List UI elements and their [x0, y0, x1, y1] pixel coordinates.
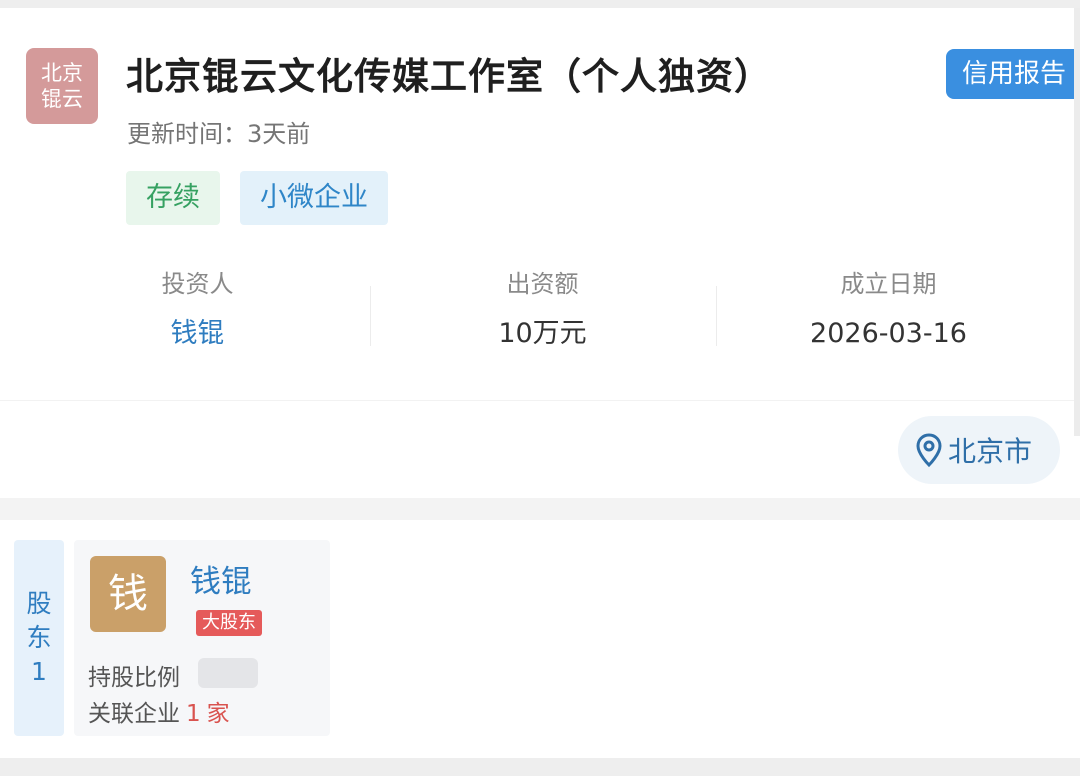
location-pin-icon — [916, 433, 942, 468]
related-companies-count: 1 — [186, 701, 201, 727]
bottom-divider-strip — [0, 758, 1080, 776]
shareholder-section-tab[interactable]: 股 东 1 — [14, 540, 64, 736]
share-ratio-value-blurred — [198, 658, 258, 688]
investor-info[interactable]: 投资人 钱锟 — [25, 266, 370, 352]
investor-name-link[interactable]: 钱锟 — [25, 316, 370, 352]
company-header-card: 北京 锟云 北京锟云文化传媒工作室（个人独资） 信用报告 更新时间：3天前 存续… — [0, 8, 1080, 498]
shareholder-tab-char2: 东 — [26, 623, 52, 652]
company-logo-line2: 锟云 — [41, 87, 83, 111]
section-divider — [0, 400, 1080, 401]
update-time: 更新时间：3天前 — [127, 120, 311, 148]
related-companies[interactable]: 关联企业 1 家 — [88, 694, 230, 728]
company-size-badge: 小微企业 — [240, 171, 388, 225]
avatar: 钱 — [90, 556, 166, 632]
shareholder-tab-char1: 股 — [26, 589, 52, 618]
founded-date-value: 2026-03-16 — [810, 318, 967, 349]
related-companies-unit: 家 — [206, 701, 230, 727]
capital-label: 出资额 — [506, 270, 579, 298]
founded-date-info: 成立日期 2026-03-16 — [716, 266, 1061, 352]
location-label: 北京市 — [948, 435, 1033, 468]
shareholder-section: 股 东 1 钱 钱锟 大股东 持股比例 关联企业 1 家 — [0, 520, 1080, 758]
related-companies-label: 关联企业 — [88, 701, 180, 727]
location-button[interactable]: 北京市 — [898, 416, 1060, 484]
share-ratio-label: 持股比例 — [88, 665, 180, 691]
shareholder-card[interactable]: 钱 钱锟 大股东 持股比例 关联企业 1 家 — [74, 540, 330, 736]
investor-label: 投资人 — [161, 270, 234, 298]
shareholder-count: 1 — [31, 657, 47, 686]
status-badge: 存续 — [126, 171, 220, 225]
capital-info: 出资额 10万元 — [370, 266, 715, 352]
scrollbar[interactable] — [1074, 8, 1080, 436]
company-logo: 北京 锟云 — [26, 48, 98, 124]
company-name: 北京锟云文化传媒工作室（个人独资） — [126, 55, 772, 98]
company-logo-line1: 北京 — [41, 61, 83, 85]
top-divider-strip — [0, 0, 1080, 8]
shareholder-name-link[interactable]: 钱锟 — [190, 556, 252, 601]
capital-value: 10万元 — [498, 318, 587, 349]
founded-date-label: 成立日期 — [840, 270, 937, 298]
major-shareholder-badge: 大股东 — [196, 610, 262, 636]
credit-report-button[interactable]: 信用报告 — [946, 49, 1080, 99]
